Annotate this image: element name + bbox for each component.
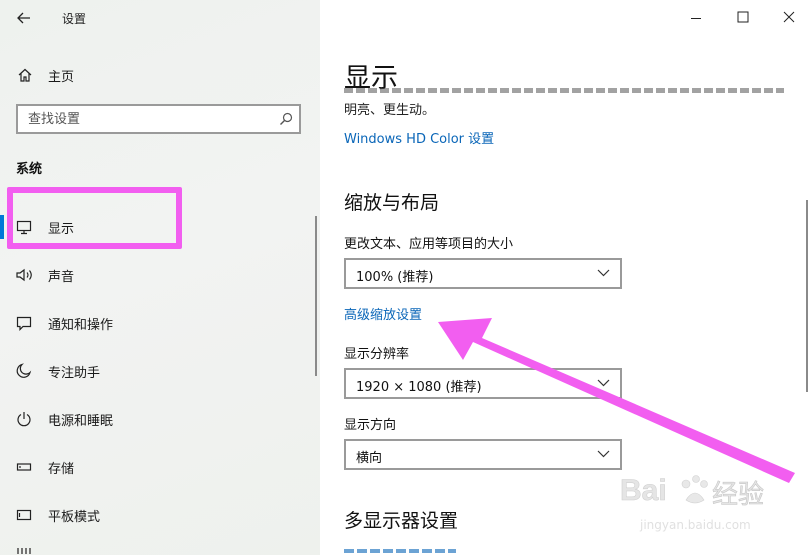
annotation-arrow (438, 318, 795, 483)
